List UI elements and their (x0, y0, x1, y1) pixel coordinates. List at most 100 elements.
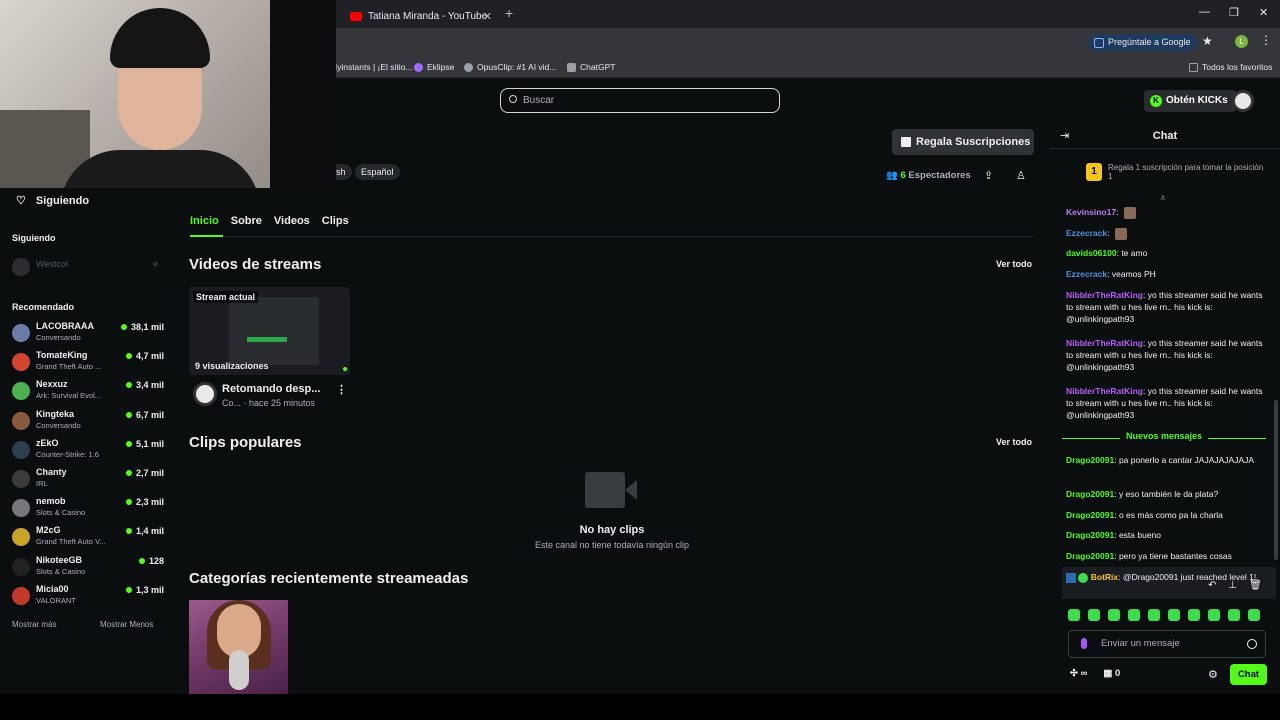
chat-message-input[interactable]: Enviar un mensaje (1068, 630, 1266, 658)
chat-message[interactable]: davids06100: te amo (1066, 247, 1264, 259)
all-bookmarks[interactable]: Todos los favoritos (1189, 62, 1272, 72)
channel-points[interactable]: ✣ ∞ (1070, 668, 1087, 679)
ask-google-button[interactable]: Pregúntale a Google (1088, 34, 1197, 51)
sidebar-item-nemob[interactable]: nemob Slots & Casino 2,3 mil (12, 495, 164, 523)
chat-username[interactable]: NibblerTheRatKing (1066, 386, 1143, 396)
emote-icon[interactable] (1188, 609, 1200, 621)
expand-pinned-icon[interactable]: ⩡ (1160, 193, 1166, 204)
chat-username[interactable]: NibblerTheRatKing (1066, 290, 1143, 300)
store-button[interactable]: ▦ 0 (1103, 668, 1120, 679)
new-tab-button[interactable]: + (505, 5, 513, 21)
sub-goal[interactable]: 1 Regala 1 suscripción para tomar la pos… (1086, 163, 1266, 181)
emote-icon[interactable] (1168, 609, 1180, 621)
video-thumbnail[interactable]: Stream actual 9 visualizaciones (189, 287, 350, 375)
send-chat-button[interactable]: Chat (1230, 664, 1267, 685)
chat-message[interactable]: Drago20091: pa ponerlo a cantar JAJAJAJA… (1066, 454, 1264, 466)
chat-message[interactable]: NibblerTheRatKing: yo this streamer said… (1066, 337, 1264, 373)
microphone-icon[interactable] (1081, 638, 1087, 649)
show-more-link[interactable]: Mostrar más (12, 620, 56, 629)
chat-message[interactable]: Kevinsino17: (1066, 206, 1264, 219)
bookmark-chatgpt[interactable]: ChatGPT (567, 62, 615, 72)
emote-icon[interactable] (1128, 609, 1140, 621)
chat-message[interactable]: Ezzecrack: veamos PH (1066, 268, 1264, 280)
sidebar-item-m2cg[interactable]: M2cG Grand Theft Auto V... 1,4 mil (12, 524, 164, 552)
minimize-icon[interactable]: — (1199, 6, 1210, 18)
restore-icon[interactable]: ❐ (1229, 6, 1239, 19)
emote-icon[interactable] (1068, 609, 1080, 621)
clips-see-all-link[interactable]: Ver todo (996, 437, 1032, 447)
chat-message[interactable]: Ezzecrack: (1066, 227, 1264, 240)
browser-profile-avatar[interactable]: L (1235, 35, 1248, 48)
chat-username[interactable]: Ezzecrack (1066, 228, 1107, 238)
pin-icon[interactable]: ⊥ (1228, 580, 1237, 591)
sidebar-item-westcol[interactable]: Westcol ⌀ (12, 254, 164, 282)
sidebar-item-zeko[interactable]: zEkO Counter-Strike: 1.6 5,1 mil (12, 437, 164, 465)
chat-message[interactable]: Drago20091: pero ya tiene bastantes cosa… (1066, 550, 1264, 562)
chat-username[interactable]: davids06100 (1066, 248, 1117, 258)
search-input[interactable]: Buscar (500, 88, 780, 113)
chat-message[interactable]: NibblerTheRatKing: yo this streamer said… (1066, 385, 1264, 421)
emote-icon[interactable] (1108, 609, 1120, 621)
chat-message[interactable]: NibblerTheRatKing: yo this streamer said… (1066, 289, 1264, 325)
show-less-link[interactable]: Mostrar Menos (100, 620, 153, 629)
emote-icon[interactable] (1208, 609, 1220, 621)
emote-icon[interactable] (1228, 609, 1240, 621)
bookmark-opusclip[interactable]: OpusClip: #1 AI vid... (464, 62, 556, 72)
chat-username[interactable]: Kevinsino17 (1066, 207, 1116, 217)
tab-videos[interactable]: Videos (274, 215, 310, 227)
emote-icon[interactable] (1148, 609, 1160, 621)
new-messages-divider[interactable]: Nuevos mensajes (1060, 431, 1268, 445)
chat-username[interactable]: Drago20091 (1066, 489, 1114, 499)
emoji-picker-icon[interactable] (1247, 639, 1257, 649)
share-icon[interactable]: ⇪ (984, 169, 993, 182)
user-avatar[interactable] (1232, 90, 1254, 112)
collapse-chat-icon[interactable]: ⇥ (1060, 129, 1069, 142)
sidebar-following-header[interactable]: ♡ Siguiendo (16, 194, 89, 208)
chat-username[interactable]: Drago20091 (1066, 510, 1114, 520)
bookmark-myinstants[interactable]: Myinstants | ¡El sitio... (330, 62, 413, 72)
channel-avatar[interactable] (193, 382, 217, 406)
close-tab-icon[interactable]: ✕ (483, 10, 492, 23)
sidebar-item-lacobraaa[interactable]: LACOBRAAA Conversando 38,1 mil (12, 320, 164, 348)
chat-username[interactable]: Drago20091 (1066, 530, 1114, 540)
videos-see-all-link[interactable]: Ver todo (996, 259, 1032, 269)
get-kicks-button[interactable]: Obtén KICKs (1144, 90, 1236, 112)
sidebar-item-nikoteegb[interactable]: NikoteeGB Slots & Casino 128 (12, 554, 164, 582)
video-options-icon[interactable]: ⋮ (336, 383, 347, 396)
tab-sobre[interactable]: Sobre (231, 215, 262, 227)
chat-message[interactable]: Drago20091: o es más como pa la charla (1066, 509, 1264, 521)
follow-icon[interactable]: ♙ (1016, 169, 1026, 182)
emote-icon[interactable] (1088, 609, 1100, 621)
sidebar-item-chanty[interactable]: Chanty IRL 2,7 mil (12, 466, 164, 494)
chat-username[interactable]: Drago20091 (1066, 551, 1114, 561)
delete-icon[interactable]: 🗑 (1249, 580, 1262, 591)
sidebar-item-micia00[interactable]: Micia00 VALORANT 1,3 mil (12, 583, 164, 611)
bookmark-eklipse[interactable]: Eklipse (414, 62, 454, 72)
browser-menu-icon[interactable]: ⋮ (1260, 33, 1272, 47)
avatar (12, 353, 30, 372)
chat-message[interactable]: Drago20091: y eso también le da plata? (1066, 488, 1264, 500)
goal-badge: 1 (1086, 163, 1102, 181)
tab-clips[interactable]: Clips (322, 215, 349, 227)
webcam-person-cap (110, 8, 210, 68)
sidebar-item-nexxuz[interactable]: Nexxuz Ark: Survival Evol... 3,4 mil (12, 378, 164, 406)
chat-username[interactable]: NibblerTheRatKing (1066, 338, 1143, 348)
chat-scrollbar[interactable] (1274, 400, 1278, 560)
gift-subscriptions-button[interactable]: Regala Suscripciones (892, 129, 1034, 155)
chat-username[interactable]: Drago20091 (1066, 455, 1114, 465)
chat-message[interactable]: Drago20091: esta bueno (1066, 529, 1264, 541)
browser-tab[interactable]: Tatiana Miranda - YouTube ✕ (338, 4, 498, 28)
close-window-icon[interactable]: ✕ (1259, 6, 1268, 19)
reply-icon[interactable]: ↶ (1208, 580, 1216, 591)
tab-inicio[interactable]: Inicio (190, 215, 219, 227)
video-title[interactable]: Retomando desp... (222, 383, 320, 395)
chat-username[interactable]: Ezzecrack (1066, 269, 1107, 279)
emote-icon[interactable] (1248, 609, 1260, 621)
sidebar-item-kingteka[interactable]: Kingteka Conversando 6,7 mil (12, 408, 164, 436)
bookmark-star-icon[interactable]: ★ (1202, 34, 1213, 48)
avatar (12, 258, 30, 276)
tag-spanish[interactable]: Español (355, 164, 400, 180)
chat-settings-icon[interactable]: ⚙ (1208, 668, 1218, 681)
sidebar-item-tomateking[interactable]: TomateKing Grand Theft Auto ... 4,7 mil (12, 349, 164, 377)
category-thumbnail[interactable] (189, 600, 288, 694)
